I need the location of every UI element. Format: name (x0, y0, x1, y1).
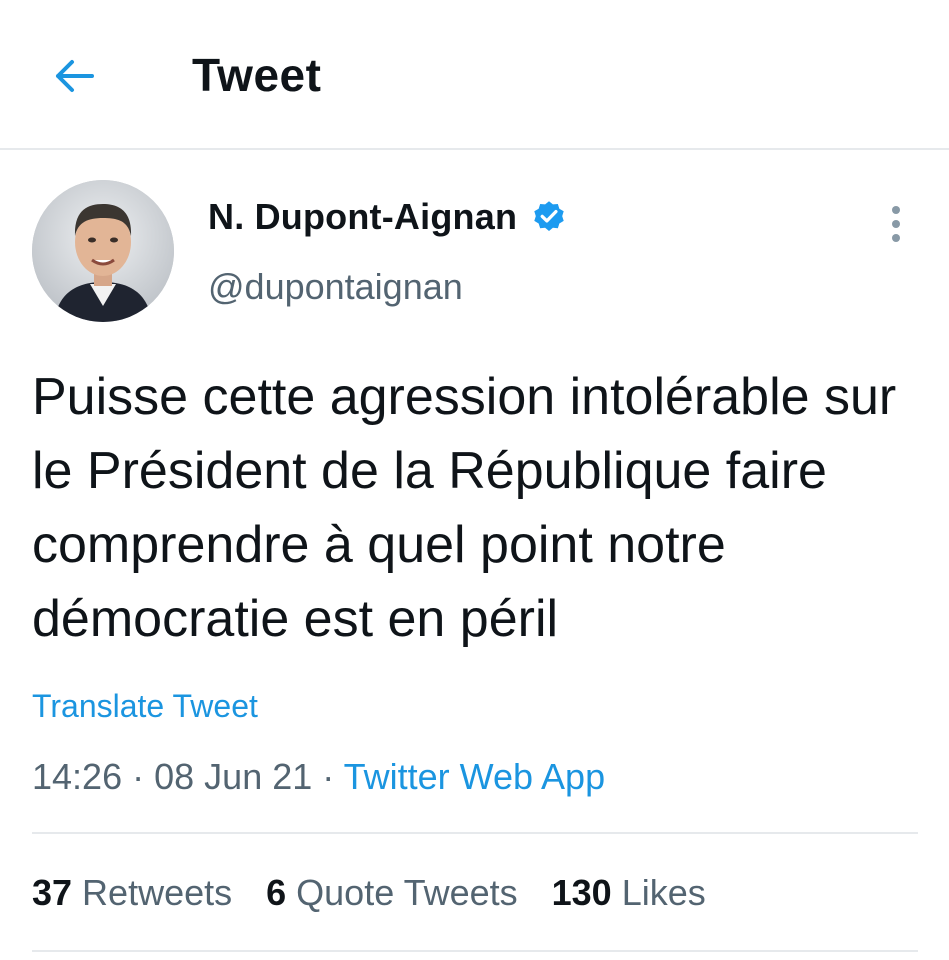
top-bar: Tweet (0, 0, 949, 150)
more-options-button[interactable] (872, 200, 920, 248)
retweets-stat[interactable]: 37 Retweets (32, 872, 232, 914)
avatar[interactable] (32, 180, 174, 322)
retweets-count: 37 (32, 872, 73, 913)
quote-tweets-label: Quote Tweets (296, 872, 518, 913)
quote-tweets-stat[interactable]: 6 Quote Tweets (266, 872, 518, 914)
meta-separator: · (132, 756, 145, 797)
tweet-date: 08 Jun 21 (154, 756, 313, 797)
meta-separator: · (322, 756, 335, 797)
author-display-name[interactable]: N. Dupont-Aignan (208, 196, 517, 238)
author-handle[interactable]: @dupontaignan (208, 266, 463, 308)
likes-label: Likes (621, 872, 706, 913)
tweet-source-link[interactable]: Twitter Web App (344, 756, 605, 797)
translate-tweet-link[interactable]: Translate Tweet (32, 688, 258, 725)
retweets-label: Retweets (82, 872, 233, 913)
back-button[interactable] (48, 50, 100, 102)
author-name-row[interactable]: N. Dupont-Aignan (208, 196, 567, 238)
tweet-stats: 37 Retweets 6 Quote Tweets 130 Likes (32, 872, 740, 914)
divider (32, 832, 918, 834)
likes-stat[interactable]: 130 Likes (552, 872, 706, 914)
more-vertical-icon (892, 206, 900, 242)
divider (32, 950, 918, 952)
arrow-left-icon (56, 60, 94, 92)
page-title: Tweet (192, 49, 322, 101)
tweet-metadata: 14:26 · 08 Jun 21 · Twitter Web App (32, 756, 605, 798)
quote-tweets-count: 6 (266, 872, 287, 913)
likes-count: 130 (551, 872, 612, 913)
verified-badge-icon (534, 201, 564, 231)
tweet-text: Puisse cette agression intolérable sur l… (32, 368, 897, 648)
tweet-time: 14:26 (32, 756, 123, 797)
avatar-photo (32, 180, 174, 322)
